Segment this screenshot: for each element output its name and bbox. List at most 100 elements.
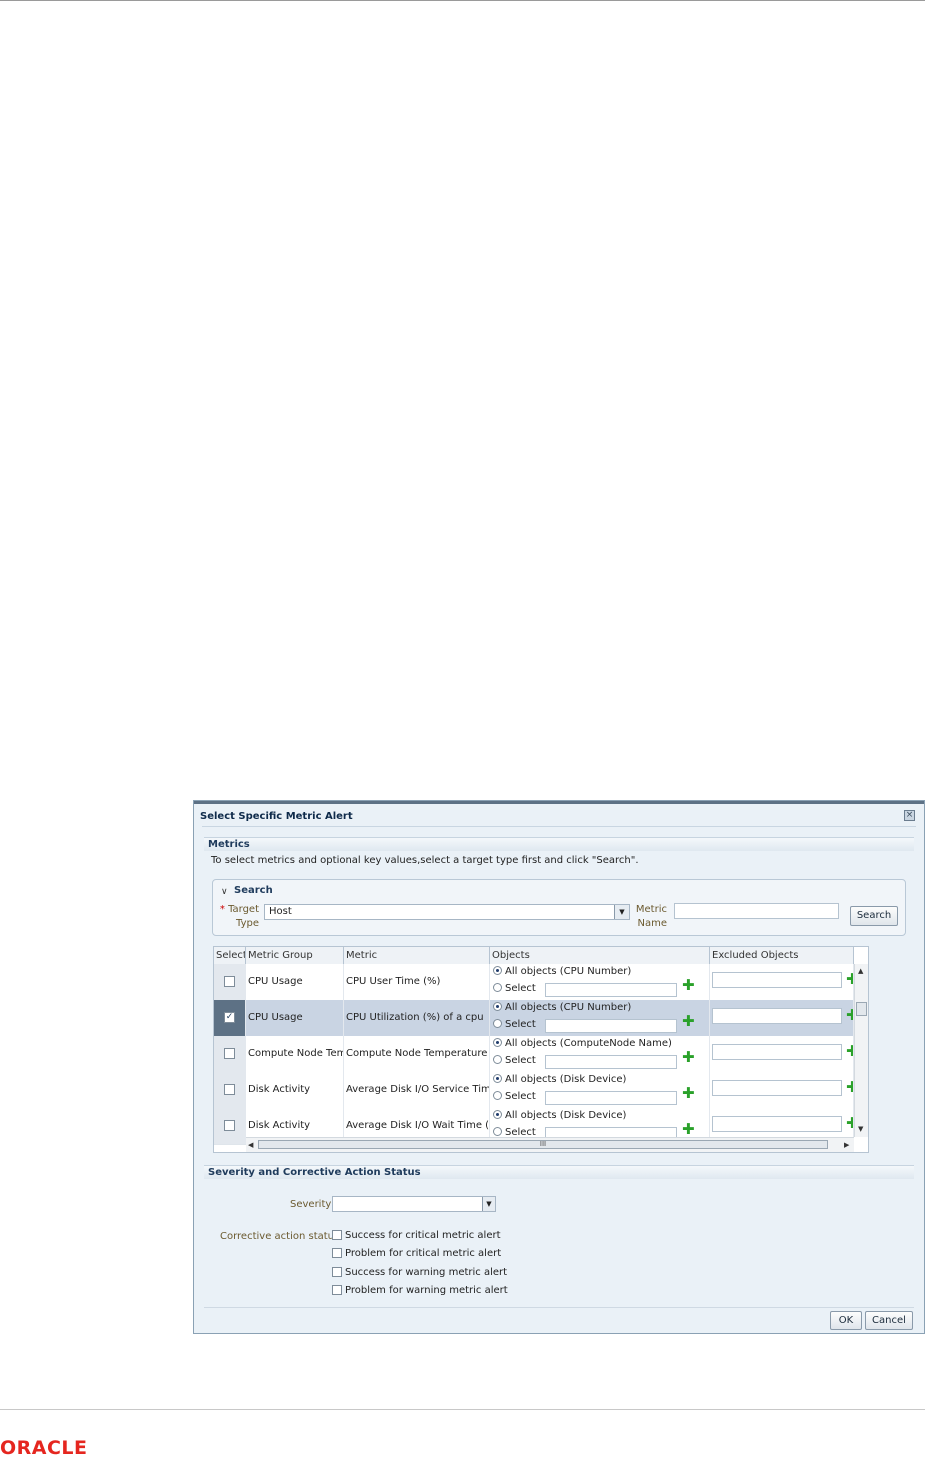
scroll-up-icon[interactable]: ▲ xyxy=(858,967,863,975)
radio-selected-icon[interactable] xyxy=(493,1110,502,1119)
select-objects-label: Select xyxy=(505,1019,536,1030)
add-plus-icon[interactable]: ✚ xyxy=(682,1122,695,1137)
row-checkbox[interactable] xyxy=(224,976,235,987)
radio-selected-icon[interactable] xyxy=(493,1074,502,1083)
row-checkbox[interactable] xyxy=(224,1120,235,1131)
select-cell xyxy=(214,964,246,1000)
option-problem-critical[interactable]: Problem for critical metric alert xyxy=(332,1247,501,1261)
add-plus-icon[interactable]: ✚ xyxy=(846,1116,853,1131)
option-problem-warning[interactable]: Problem for warning metric alert xyxy=(332,1284,508,1298)
select-cell xyxy=(214,1072,246,1108)
severity-select[interactable]: ▼ xyxy=(332,1196,496,1212)
select-objects-option[interactable]: Select xyxy=(493,1090,536,1104)
all-objects-label: All objects (Disk Device) xyxy=(505,1074,627,1085)
add-plus-icon[interactable]: ✚ xyxy=(846,972,853,987)
select-cell: ✓ xyxy=(214,1000,246,1036)
radio-selected-icon[interactable] xyxy=(493,1038,502,1047)
checkbox[interactable] xyxy=(332,1285,342,1295)
radio-selected-icon[interactable] xyxy=(493,966,502,975)
oracle-logo: ORACLE xyxy=(0,1437,88,1459)
option-success-critical[interactable]: Success for critical metric alert xyxy=(332,1229,501,1243)
top-divider xyxy=(0,0,925,1)
column-header-metric-group[interactable]: Metric Group xyxy=(246,947,344,964)
add-plus-icon[interactable]: ✚ xyxy=(846,1080,853,1095)
search-button[interactable]: Search xyxy=(850,906,898,926)
horizontal-scrollbar[interactable]: ◀ III ▶ xyxy=(246,1137,854,1152)
excluded-objects-input[interactable] xyxy=(712,1116,842,1132)
add-plus-icon[interactable]: ✚ xyxy=(682,1086,695,1101)
target-type-label-line2: Type xyxy=(236,918,259,929)
radio-icon[interactable] xyxy=(493,983,502,992)
dropdown-arrow-icon[interactable]: ▼ xyxy=(482,1197,495,1211)
table-row-selected[interactable]: ✓ CPU Usage CPU Utilization (%) of a cpu… xyxy=(214,1000,854,1037)
close-icon[interactable]: × xyxy=(904,810,915,821)
vertical-scroll-thumb[interactable] xyxy=(856,1002,867,1016)
column-header-excluded-objects[interactable]: Excluded Objects xyxy=(710,947,854,964)
dropdown-arrow-icon[interactable]: ▼ xyxy=(614,905,629,919)
horizontal-scroll-thumb[interactable]: III xyxy=(258,1140,828,1149)
add-plus-icon[interactable]: ✚ xyxy=(846,1044,853,1059)
select-objects-option[interactable]: Select xyxy=(493,1018,536,1032)
add-plus-icon[interactable]: ✚ xyxy=(682,978,695,993)
metric-group-cell: Compute Node Tempe xyxy=(246,1036,344,1072)
excluded-objects-input[interactable] xyxy=(712,972,842,988)
cancel-button[interactable]: Cancel xyxy=(865,1311,913,1330)
chevron-down-icon[interactable]: ∨ xyxy=(221,887,228,897)
select-cell xyxy=(214,1108,246,1144)
metric-group-cell: Disk Activity xyxy=(246,1072,344,1108)
column-header-metric[interactable]: Metric xyxy=(344,947,490,964)
all-objects-option[interactable]: All objects (Disk Device) xyxy=(493,1073,626,1087)
column-header-select[interactable]: Select xyxy=(214,947,246,964)
select-objects-label: Select xyxy=(505,1055,536,1066)
all-objects-option[interactable]: All objects (CPU Number) xyxy=(493,1001,631,1015)
all-objects-option[interactable]: All objects (CPU Number) xyxy=(493,965,631,979)
scroll-down-icon[interactable]: ▼ xyxy=(858,1125,863,1133)
instructions-text: To select metrics and optional key value… xyxy=(211,855,639,866)
radio-selected-icon[interactable] xyxy=(493,1002,502,1011)
objects-input[interactable] xyxy=(545,1091,677,1105)
column-header-objects[interactable]: Objects xyxy=(490,947,710,964)
add-plus-icon[interactable]: ✚ xyxy=(682,1014,695,1029)
all-objects-option[interactable]: All objects (Disk Device) xyxy=(493,1109,626,1123)
scroll-right-icon[interactable]: ▶ xyxy=(844,1141,849,1149)
radio-icon[interactable] xyxy=(493,1127,502,1136)
metric-cell: CPU User Time (%) xyxy=(344,964,490,1000)
objects-input[interactable] xyxy=(545,1019,677,1033)
severity-label: Severity xyxy=(290,1199,332,1210)
scroll-left-icon[interactable]: ◀ xyxy=(248,1141,253,1149)
checkbox[interactable] xyxy=(332,1248,342,1258)
excluded-objects-input[interactable] xyxy=(712,1080,842,1096)
excluded-objects-cell: ✚ xyxy=(710,964,854,1000)
title-divider xyxy=(202,826,916,827)
all-objects-label: All objects (CPU Number) xyxy=(505,966,632,977)
vertical-scrollbar[interactable]: ▲ ▼ xyxy=(854,964,868,1137)
checkbox[interactable] xyxy=(332,1230,342,1240)
target-type-select[interactable]: Host ▼ xyxy=(264,904,630,920)
ok-button[interactable]: OK xyxy=(830,1311,862,1330)
objects-input[interactable] xyxy=(545,983,677,997)
select-objects-option[interactable]: Select xyxy=(493,982,536,996)
select-objects-option[interactable]: Select xyxy=(493,1054,536,1068)
excluded-objects-input[interactable] xyxy=(712,1044,842,1060)
table-row[interactable]: Disk Activity Average Disk I/O Service T… xyxy=(214,1072,854,1109)
table-row[interactable]: Compute Node Tempe Compute Node Temperat… xyxy=(214,1036,854,1073)
radio-icon[interactable] xyxy=(493,1019,502,1028)
objects-input[interactable] xyxy=(545,1055,677,1069)
metric-name-input[interactable] xyxy=(674,903,839,919)
row-checkbox[interactable] xyxy=(224,1084,235,1095)
option-label: Problem for critical metric alert xyxy=(345,1248,502,1259)
radio-icon[interactable] xyxy=(493,1055,502,1064)
row-checkbox-checked[interactable]: ✓ xyxy=(224,1012,235,1023)
option-label: Problem for warning metric alert xyxy=(345,1285,508,1296)
radio-icon[interactable] xyxy=(493,1091,502,1100)
add-plus-icon[interactable]: ✚ xyxy=(682,1050,695,1065)
table-row[interactable]: CPU Usage CPU User Time (%) All objects … xyxy=(214,964,854,1001)
row-checkbox[interactable] xyxy=(224,1048,235,1059)
select-objects-label: Select xyxy=(505,983,536,994)
checkbox[interactable] xyxy=(332,1267,342,1277)
add-plus-icon[interactable]: ✚ xyxy=(846,1008,853,1023)
all-objects-option[interactable]: All objects (ComputeNode Name) xyxy=(493,1037,672,1051)
search-panel-title: Search xyxy=(234,885,273,896)
option-success-warning[interactable]: Success for warning metric alert xyxy=(332,1266,507,1280)
excluded-objects-input[interactable] xyxy=(712,1008,842,1024)
